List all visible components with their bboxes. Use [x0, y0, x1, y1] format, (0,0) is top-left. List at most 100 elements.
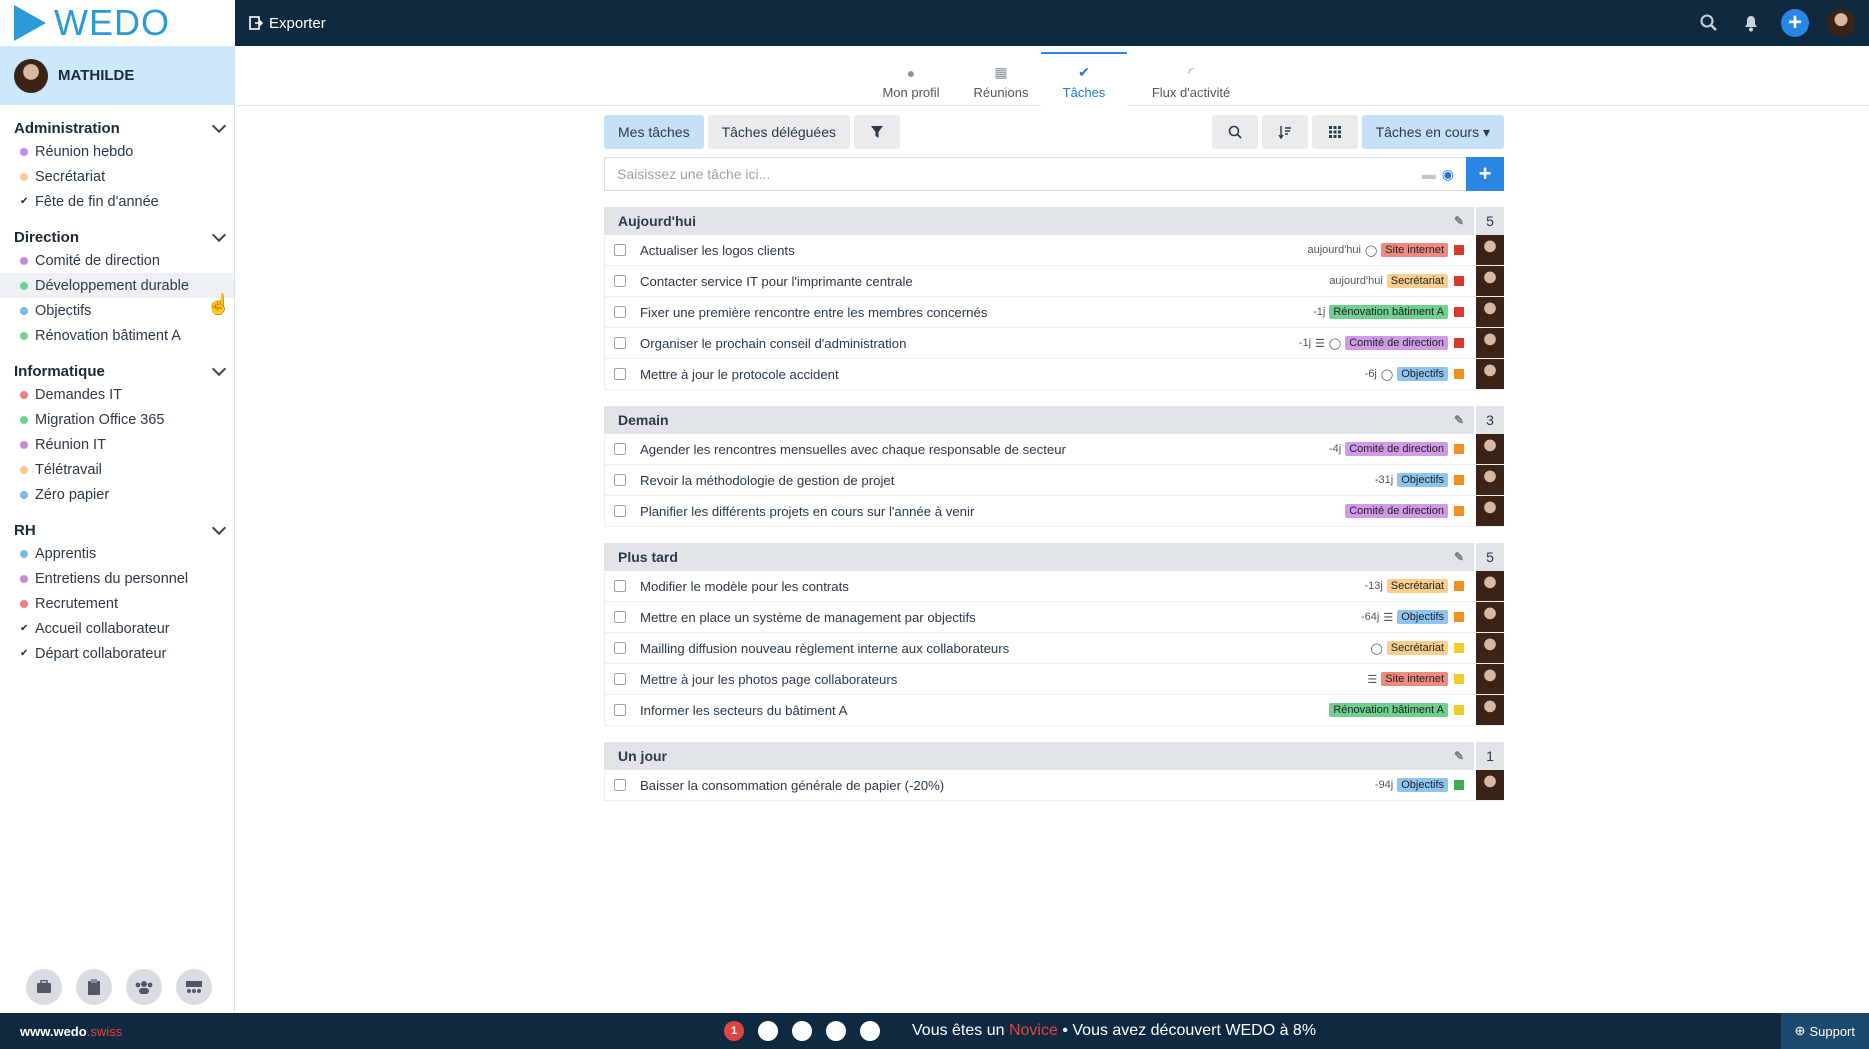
priority-indicator[interactable] [1454, 338, 1464, 348]
task-row[interactable]: Modifier le modèle pour les contrats -13j… [604, 571, 1504, 602]
support-button[interactable]: ⊕ Support [1780, 1013, 1869, 1049]
task-checkbox[interactable] [614, 474, 626, 486]
task-tag[interactable]: Secrétariat [1386, 274, 1448, 288]
chevron-down-icon[interactable] [211, 227, 227, 242]
sidebar-item[interactable]: Réunion hebdo [0, 139, 234, 164]
grid-view-icon[interactable] [1311, 115, 1358, 149]
priority-indicator[interactable] [1454, 780, 1464, 790]
meeting-room-icon[interactable] [176, 969, 212, 1005]
avatar[interactable] [1476, 235, 1504, 265]
task-row[interactable]: Mailling diffusion nouveau règlement int… [604, 633, 1504, 664]
priority-indicator[interactable] [1454, 705, 1464, 715]
task-title[interactable]: Mettre en place un système de management… [640, 610, 976, 625]
task-tag[interactable]: Objectifs [1397, 473, 1448, 487]
priority-indicator[interactable] [1454, 245, 1464, 255]
task-row[interactable]: Organiser le prochain conseil d'administ… [604, 328, 1504, 359]
sidebar-group-title[interactable]: Informatique [0, 360, 234, 382]
task-tag[interactable]: Rénovation bâtiment A [1329, 305, 1448, 319]
task-checkbox[interactable] [614, 443, 626, 455]
priority-indicator[interactable] [1454, 674, 1464, 684]
my-tasks-button[interactable]: Mes tâches [604, 115, 704, 149]
task-checkbox[interactable] [614, 673, 626, 685]
tab-tasks[interactable]: ✔ Tâches [1041, 52, 1127, 106]
task-row[interactable]: Informer les secteurs du bâtiment A Rénov… [604, 695, 1504, 726]
task-tag[interactable]: Site internet [1381, 672, 1448, 686]
task-tag[interactable]: Comité de direction [1345, 504, 1448, 518]
section-header[interactable]: Un jour ✎ 1 [604, 742, 1504, 770]
priority-indicator[interactable] [1454, 581, 1464, 591]
magic-wand-icon[interactable]: ✎ [1444, 749, 1474, 763]
magic-wand-icon[interactable]: ✎ [1444, 550, 1474, 564]
task-tag[interactable]: Objectifs [1397, 610, 1448, 624]
search-icon[interactable] [1697, 11, 1721, 35]
sidebar-item[interactable]: Zéro papier [0, 482, 234, 507]
task-checkbox[interactable] [614, 505, 626, 517]
team-icon[interactable] [126, 969, 162, 1005]
progress-step[interactable]: 1 [724, 1021, 744, 1041]
task-row[interactable]: Actualiser les logos clients aujourd'hui ◯… [604, 235, 1504, 266]
add-task-button[interactable]: + [1466, 157, 1504, 191]
avatar[interactable] [1476, 571, 1504, 601]
task-tag[interactable]: Comité de direction [1345, 336, 1448, 350]
website-link[interactable]: www.wedo.swiss [20, 1024, 122, 1039]
task-title[interactable]: Actualiser les logos clients [640, 243, 795, 258]
user-header[interactable]: MATHILDE [0, 46, 234, 105]
task-row[interactable]: Fixer une première rencontre entre les m… [604, 297, 1504, 328]
sidebar-item[interactable]: ✔ Départ collaborateur [0, 641, 234, 666]
sidebar-item[interactable]: Développement durable [0, 273, 234, 298]
sidebar-item[interactable]: ✔ Accueil collaborateur [0, 616, 234, 641]
avatar[interactable] [1476, 602, 1504, 632]
task-title[interactable]: Organiser le prochain conseil d'administ… [640, 336, 906, 351]
filter-icon[interactable] [854, 115, 901, 149]
task-title[interactable]: Mettre à jour les photos page collaborat… [640, 672, 897, 687]
sidebar-group-title[interactable]: Administration [0, 117, 234, 139]
priority-indicator[interactable] [1454, 506, 1464, 516]
task-title[interactable]: Mailling diffusion nouveau règlement int… [640, 641, 1009, 656]
search-tasks-icon[interactable] [1211, 115, 1258, 149]
clipboard-icon[interactable] [76, 969, 112, 1005]
task-tag[interactable]: Secrétariat [1386, 641, 1448, 655]
avatar[interactable] [1476, 695, 1504, 725]
sidebar-item[interactable]: Recrutement [0, 591, 234, 616]
sidebar-item[interactable]: Réunion IT [0, 432, 234, 457]
export-button[interactable]: Exporter [249, 15, 326, 32]
task-title[interactable]: Fixer une première rencontre entre les m… [640, 305, 987, 320]
task-checkbox[interactable] [614, 337, 626, 349]
tab-profile[interactable]: ● Mon profil [868, 52, 954, 106]
avatar[interactable] [1476, 465, 1504, 495]
section-header[interactable]: Demain ✎ 3 [604, 406, 1504, 434]
sidebar-item[interactable]: Apprentis [0, 541, 234, 566]
sidebar-item[interactable]: Rénovation bâtiment A [0, 323, 234, 348]
sort-icon[interactable] [1261, 115, 1308, 149]
section-header[interactable]: Aujourd'hui ✎ 5 [604, 207, 1504, 235]
task-title[interactable]: Mettre à jour le protocole accident [640, 367, 839, 382]
priority-indicator[interactable] [1454, 444, 1464, 454]
avatar[interactable] [1476, 496, 1504, 526]
magic-wand-icon[interactable]: ✎ [1444, 214, 1474, 228]
priority-indicator[interactable] [1454, 276, 1464, 286]
task-title[interactable]: Informer les secteurs du bâtiment A [640, 703, 847, 718]
task-title[interactable]: Agender les rencontres mensuelles avec c… [640, 442, 1066, 457]
priority-indicator[interactable] [1454, 475, 1464, 485]
task-checkbox[interactable] [614, 275, 626, 287]
task-row[interactable]: Mettre en place un système de management… [604, 602, 1504, 633]
wedo-logo[interactable]: WEDO [0, 0, 235, 46]
avatar[interactable] [1476, 770, 1504, 800]
priority-indicator[interactable] [1454, 369, 1464, 379]
chevron-down-icon[interactable] [211, 361, 227, 376]
task-checkbox[interactable] [614, 642, 626, 654]
task-row[interactable]: Revoir la méthodologie de gestion de pro… [604, 465, 1504, 496]
task-title[interactable]: Revoir la méthodologie de gestion de pro… [640, 473, 894, 488]
sidebar-group-title[interactable]: Direction [0, 226, 234, 248]
task-title[interactable]: Baisser la consommation générale de papi… [640, 778, 944, 793]
avatar[interactable] [1476, 297, 1504, 327]
priority-indicator[interactable] [1454, 612, 1464, 622]
sidebar-item[interactable]: Migration Office 365 [0, 407, 234, 432]
task-title[interactable]: Modifier le modèle pour les contrats [640, 579, 849, 594]
avatar[interactable] [1476, 266, 1504, 296]
task-checkbox[interactable] [614, 368, 626, 380]
briefcase-icon[interactable]: ▬ [1422, 166, 1436, 183]
task-row[interactable]: Contacter service IT pour l'imprimante c… [604, 266, 1504, 297]
briefcase-icon[interactable] [26, 969, 62, 1005]
priority-indicator[interactable] [1454, 307, 1464, 317]
